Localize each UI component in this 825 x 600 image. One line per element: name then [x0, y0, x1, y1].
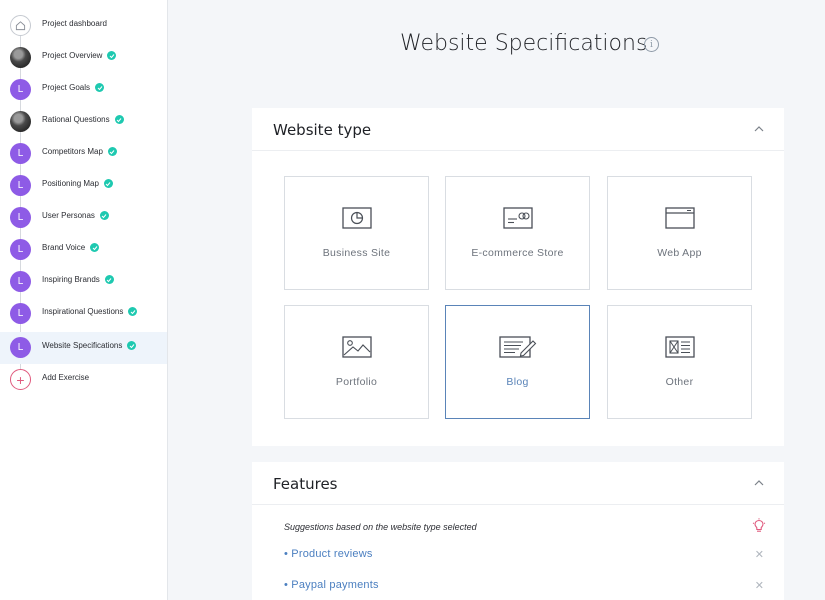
plus-icon: + — [10, 369, 31, 390]
sidebar-item-add-exercise[interactable]: + Add Exercise — [0, 364, 167, 396]
feature-item-paypal-payments[interactable]: • Paypal payments — [284, 579, 379, 591]
sidebar-item-label: Website Specifications — [42, 341, 137, 350]
sidebar-item-inspirational-questions[interactable]: L Inspirational Questions — [0, 298, 167, 330]
sidebar-item-label: User Personas — [42, 211, 109, 220]
chevron-up-icon[interactable] — [754, 478, 764, 488]
sidebar-item-positioning-map[interactable]: L Positioning Map — [0, 170, 167, 202]
check-icon — [128, 307, 138, 316]
check-icon — [107, 147, 117, 156]
website-type-card: Website type Business Site E-commerce St… — [252, 108, 784, 446]
avatar: L — [10, 207, 31, 228]
page-title: Website Specifications — [400, 31, 648, 56]
option-label: E-commerce Store — [471, 247, 564, 259]
home-icon — [10, 15, 31, 36]
option-portfolio[interactable]: Portfolio — [284, 305, 429, 419]
blog-icon — [498, 336, 536, 358]
avatar: L — [10, 337, 31, 358]
card-icon — [502, 207, 533, 229]
card-title: Website type — [273, 121, 372, 139]
card-title: Features — [273, 475, 338, 493]
sidebar-item-label: Inspirational Questions — [42, 307, 138, 316]
sidebar-item-label: Project Overview — [42, 51, 117, 60]
info-icon[interactable]: i — [644, 37, 659, 52]
card-header: Website type — [252, 108, 784, 151]
chevron-up-icon[interactable] — [754, 124, 764, 134]
check-icon — [103, 179, 113, 188]
sidebar: Project dashboard Project Overview L Pro… — [0, 0, 168, 600]
avatar — [10, 47, 31, 68]
sidebar-item-label: Brand Voice — [42, 243, 100, 252]
avatar — [10, 111, 31, 132]
suggestion-note: Suggestions based on the website type se… — [284, 522, 477, 532]
avatar: L — [10, 303, 31, 324]
image-icon — [341, 336, 372, 358]
option-label: Portfolio — [335, 376, 378, 388]
check-icon — [127, 341, 137, 350]
lightbulb-icon[interactable] — [752, 518, 766, 534]
avatar: L — [10, 79, 31, 100]
option-ecommerce-store[interactable]: E-commerce Store — [445, 176, 590, 290]
option-label: Blog — [506, 376, 529, 388]
remove-icon[interactable]: ✕ — [755, 579, 764, 592]
sidebar-item-brand-voice[interactable]: L Brand Voice — [0, 234, 167, 266]
sidebar-item-rational-questions[interactable]: Rational Questions — [0, 106, 167, 138]
sidebar-item-project-overview[interactable]: Project Overview — [0, 42, 167, 74]
sidebar-item-label: Rational Questions — [42, 115, 124, 124]
option-other[interactable]: Other — [607, 305, 752, 419]
option-blog[interactable]: Blog — [445, 305, 590, 419]
layout-icon — [664, 336, 695, 358]
sidebar-item-label: Project Goals — [42, 83, 105, 92]
avatar: L — [10, 175, 31, 196]
sidebar-item-website-specifications[interactable]: L Website Specifications — [0, 332, 167, 364]
sidebar-item-label: Project dashboard — [42, 19, 107, 28]
chart-icon — [341, 207, 372, 229]
check-icon — [99, 211, 109, 220]
features-card: Features Suggestions based on the websit… — [252, 462, 784, 600]
avatar: L — [10, 239, 31, 260]
sidebar-item-label: Competitors Map — [42, 147, 117, 156]
check-icon — [90, 243, 100, 252]
browser-icon — [664, 207, 695, 229]
avatar: L — [10, 143, 31, 164]
check-icon — [114, 115, 124, 124]
sidebar-item-label: Add Exercise — [42, 373, 90, 382]
sidebar-item-project-dashboard[interactable]: Project dashboard — [0, 10, 167, 42]
feature-item-product-reviews[interactable]: • Product reviews — [284, 548, 373, 560]
option-web-app[interactable]: Web App — [607, 176, 752, 290]
check-icon — [107, 51, 117, 60]
sidebar-item-inspiring-brands[interactable]: L Inspiring Brands — [0, 266, 167, 298]
remove-icon[interactable]: ✕ — [755, 548, 764, 561]
option-label: Web App — [657, 247, 702, 259]
sidebar-item-user-personas[interactable]: L User Personas — [0, 202, 167, 234]
option-business-site[interactable]: Business Site — [284, 176, 429, 290]
check-icon — [104, 275, 114, 284]
sidebar-item-label: Positioning Map — [42, 179, 113, 188]
check-icon — [95, 83, 105, 92]
sidebar-item-label: Inspiring Brands — [42, 275, 114, 284]
sidebar-item-competitors-map[interactable]: L Competitors Map — [0, 138, 167, 170]
option-label: Business Site — [322, 247, 391, 259]
option-label: Other — [665, 376, 694, 388]
sidebar-item-project-goals[interactable]: L Project Goals — [0, 74, 167, 106]
avatar: L — [10, 271, 31, 292]
card-header: Features — [252, 462, 784, 505]
